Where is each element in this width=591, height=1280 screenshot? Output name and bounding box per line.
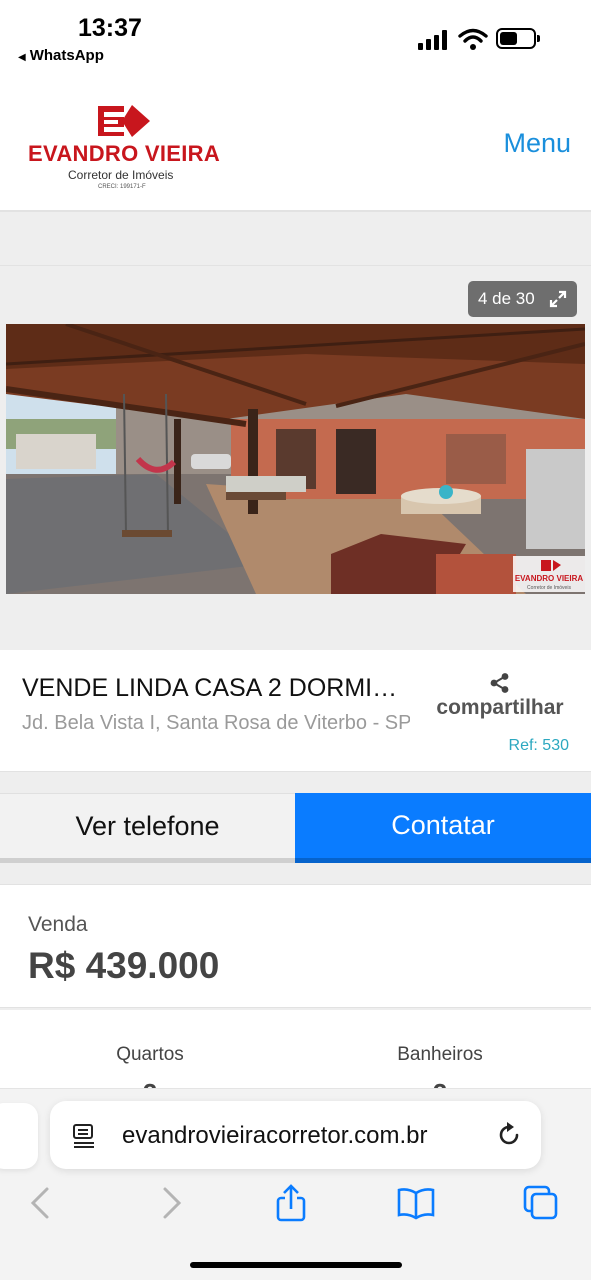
features-row: Quartos 2 Banheiros 2 bbox=[0, 1010, 591, 1108]
listing-title: VENDE LINDA CASA 2 DORMITÓRIOS bbox=[22, 674, 407, 702]
logo-title: EVANDRO VIEIRA bbox=[28, 141, 221, 166]
site-header: EVANDRO VIEIRA Corretor de Imóveis CRECI… bbox=[0, 80, 591, 212]
logo-subtitle: Corretor de Imóveis bbox=[68, 168, 174, 182]
browser-toolbar: evandrovieiracorretor.com.br bbox=[0, 1088, 591, 1280]
back-app-label: WhatsApp bbox=[29, 47, 104, 64]
expand-icon bbox=[549, 290, 567, 308]
previous-tab-preview[interactable] bbox=[0, 1103, 38, 1169]
action-buttons: Ver telefone Contatar bbox=[0, 793, 591, 863]
share-label: compartilhar bbox=[436, 696, 564, 719]
feature-bedrooms-label: Quartos bbox=[116, 1044, 184, 1065]
back-icon[interactable] bbox=[22, 1183, 62, 1223]
bookmarks-icon[interactable] bbox=[396, 1183, 436, 1223]
battery-icon bbox=[496, 28, 540, 49]
status-time: 13:37 bbox=[78, 14, 142, 42]
photo-counter[interactable]: 4 de 30 bbox=[468, 281, 577, 317]
back-triangle-icon: ◀ bbox=[18, 52, 26, 63]
logo-mark-icon bbox=[98, 105, 150, 137]
url-text: evandrovieiracorretor.com.br bbox=[122, 1122, 428, 1149]
site-logo[interactable]: EVANDRO VIEIRA Corretor de Imóveis CRECI… bbox=[22, 98, 222, 198]
photo-gallery: 4 de 30 EVANDRO VIEIRA Corretor de Imóve… bbox=[0, 265, 591, 650]
share-button[interactable]: compartilhar bbox=[430, 672, 570, 720]
reload-icon[interactable] bbox=[495, 1121, 523, 1149]
home-indicator[interactable] bbox=[190, 1262, 402, 1268]
forward-icon[interactable] bbox=[150, 1183, 190, 1223]
wifi-icon bbox=[458, 28, 488, 50]
back-to-app-link[interactable]: ◀ WhatsApp bbox=[18, 47, 104, 64]
photo-watermark-subtitle: Corretor de Imóveis bbox=[527, 585, 571, 591]
price-value: R$ 439.000 bbox=[28, 945, 220, 986]
listing-location: Jd. Bela Vista I, Santa Rosa de Viterbo … bbox=[22, 712, 410, 734]
tabs-icon[interactable] bbox=[521, 1183, 561, 1223]
photo-watermark-title: EVANDRO VIEIRA bbox=[515, 574, 584, 583]
photo-counter-label: 4 de 30 bbox=[478, 289, 535, 308]
menu-button[interactable]: Menu bbox=[503, 128, 571, 159]
cellular-signal-icon bbox=[418, 30, 450, 50]
share-icon[interactable] bbox=[271, 1183, 311, 1223]
property-photo[interactable]: EVANDRO VIEIRA Corretor de Imóveis bbox=[6, 324, 585, 594]
status-bar: 13:37 ◀ WhatsApp bbox=[0, 0, 591, 80]
price-card: Venda R$ 439.000 bbox=[0, 884, 591, 1008]
listing-ref: Ref: 530 bbox=[508, 737, 569, 754]
page-menu-icon[interactable] bbox=[72, 1123, 96, 1149]
listing-title-card: VENDE LINDA CASA 2 DORMITÓRIOS Jd. Bela … bbox=[0, 650, 591, 772]
share-nodes-icon bbox=[490, 673, 509, 693]
address-bar[interactable]: evandrovieiracorretor.com.br bbox=[50, 1101, 541, 1169]
contact-button[interactable]: Contatar bbox=[295, 793, 591, 863]
price-type: Venda bbox=[28, 913, 88, 936]
logo-creci: CRECI: 199171-F bbox=[98, 184, 146, 190]
feature-bathrooms-label: Banheiros bbox=[397, 1044, 483, 1065]
view-phone-button[interactable]: Ver telefone bbox=[0, 793, 295, 863]
